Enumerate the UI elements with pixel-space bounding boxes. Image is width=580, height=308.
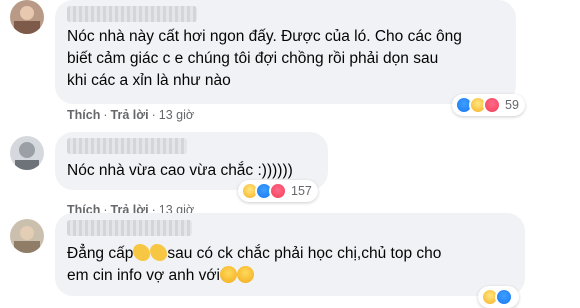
like-button[interactable]: Thích [67,108,100,122]
avatar-image [10,219,44,253]
reaction-summary[interactable] [478,286,519,308]
clapping-hands-icon [150,244,168,261]
commenter-name[interactable] [67,6,197,22]
love-icon [483,96,501,114]
avatar[interactable] [10,219,44,253]
comment-actions: Thích · Trả lời · 13 giờ [67,108,195,122]
reply-button[interactable]: Trả lời [111,108,149,122]
comment-text-part: Đẳng cấp [67,245,134,262]
avatar[interactable] [10,0,44,34]
comment-text-part: em cin info vợ anh với [67,267,221,284]
comment-text-part: sau có ck chắc phải học chị,chủ top cho [167,245,442,262]
avatar-image [10,0,44,34]
grinning-face-icon [237,266,255,283]
like-icon [495,288,513,306]
comment-text: Nóc nhà vừa cao vừa chắc :)))))) [67,162,293,179]
reaction-summary[interactable]: 157 [238,180,318,202]
comment-time[interactable]: 13 giờ [159,108,194,122]
reaction-count: 157 [291,184,312,198]
comment-text: Nóc nhà này cất hơi ngon đấy. Được của l… [67,28,462,89]
comment-text: Đẳng cấp sau có ck chắc phải học chị,chủ … [67,243,517,287]
clapping-hands-icon [133,244,151,261]
reaction-count: 59 [505,98,519,112]
avatar[interactable] [10,136,44,170]
grinning-face-icon [220,266,238,283]
reaction-summary[interactable]: 59 [452,94,525,116]
commenter-name[interactable] [67,220,192,236]
love-icon [269,182,287,200]
avatar-image [10,136,44,170]
commenter-name[interactable] [67,138,187,154]
